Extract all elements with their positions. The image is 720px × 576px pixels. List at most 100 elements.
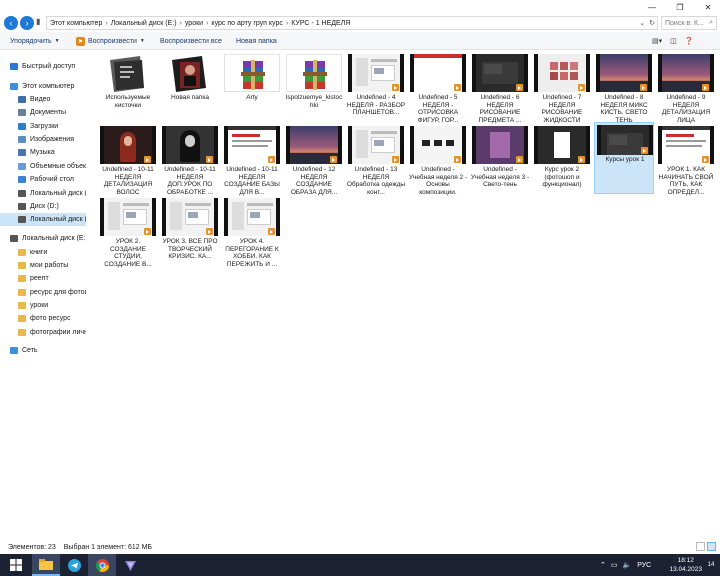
video-file-item[interactable]: Курсы урок 1 bbox=[594, 122, 654, 194]
app-taskbar-icon[interactable] bbox=[116, 554, 144, 576]
sidebar-item[interactable]: ресурс для фотошопа bbox=[0, 286, 86, 299]
details-view-icon[interactable] bbox=[696, 542, 705, 551]
video-file-item[interactable]: Undefined - 12 НЕДЕЛЯ СОЗДАНИЕ ОБРАЗА ДЛ… bbox=[284, 122, 344, 196]
sidebar-item[interactable]: Локальный диск (C:) bbox=[0, 187, 86, 200]
sidebar-item[interactable]: уроки bbox=[0, 299, 86, 312]
breadcrumb-drive-e[interactable]: Локальный диск (E:) bbox=[111, 20, 177, 27]
refresh-icon[interactable]: ↻ bbox=[649, 19, 655, 27]
sidebar-item[interactable]: Музыка bbox=[0, 146, 86, 159]
sidebar-item-label: фотографии личные bbox=[30, 329, 86, 336]
archive-file-item[interactable]: Arty bbox=[222, 50, 282, 122]
video-file-item[interactable]: Undefined - 10-11 НЕДЕЛЯ СОЗДАНИЕ БАЗЫ Д… bbox=[222, 122, 282, 196]
close-button[interactable]: ✕ bbox=[696, 0, 720, 14]
sidebar-item[interactable]: Загрузки bbox=[0, 120, 86, 133]
sidebar-item[interactable]: Локальный диск (E:) bbox=[0, 213, 86, 226]
up-arrow-icon[interactable]: ▮ bbox=[36, 17, 44, 29]
chevron-up-icon[interactable]: ⌃ bbox=[600, 561, 606, 569]
new-folder-button[interactable]: Новая папка bbox=[236, 36, 277, 46]
organize-menu[interactable]: Упорядочить ▼ bbox=[10, 36, 60, 46]
sidebar-item-label: Локальный диск (C:) bbox=[30, 190, 86, 197]
sidebar-item[interactable]: книги bbox=[0, 246, 86, 259]
chevron-down-icon[interactable]: ⌄ bbox=[639, 19, 645, 27]
start-button[interactable] bbox=[2, 554, 30, 576]
volume-icon[interactable]: 🔈 bbox=[623, 561, 632, 569]
breadcrumb-this-pc[interactable]: Этот компьютер bbox=[50, 20, 102, 27]
archive-file-item[interactable]: Ispolzuemye_kistochki bbox=[284, 50, 344, 122]
minimize-button[interactable]: — bbox=[640, 0, 664, 14]
video-file-item[interactable]: Undefined - Учебная неделя 3 - Свето-тен… bbox=[470, 122, 530, 194]
sidebar-item[interactable]: Изображения bbox=[0, 133, 86, 146]
folder-item[interactable]: Используемые кисточки bbox=[98, 50, 158, 122]
sidebar-item[interactable]: Видео bbox=[0, 93, 86, 106]
play-menu[interactable]: Воспроизвести ▼ bbox=[76, 36, 145, 46]
network-tray-icon[interactable]: ▭ bbox=[611, 561, 618, 569]
command-bar: Упорядочить ▼ Воспроизвести ▼ Воспроизве… bbox=[0, 32, 720, 50]
video-file-item[interactable]: Undefined - Учебная неделя 2 - Основы ко… bbox=[408, 122, 468, 196]
sidebar-item[interactable]: Объемные объекты bbox=[0, 160, 86, 173]
folder-item[interactable]: Новая папка bbox=[160, 50, 220, 122]
help-icon[interactable]: ❓ bbox=[685, 37, 694, 45]
file-explorer-taskbar-icon[interactable] bbox=[32, 554, 60, 576]
address-bar[interactable]: Этот компьютер › Локальный диск (E:) › у… bbox=[46, 16, 658, 30]
file-name: Используемые кисточки bbox=[105, 94, 151, 109]
file-view: Используемые кисточки Новая папка Arty Ispo… bbox=[90, 50, 720, 540]
sidebar-item[interactable]: реепт bbox=[0, 272, 86, 285]
sidebar-item[interactable]: Документы bbox=[0, 106, 86, 119]
video-file-item[interactable]: Undefined - 10-11 НЕДЕЛЯ ДЕТАЛИЗАЦИЯ ВОЛ… bbox=[98, 122, 158, 196]
sidebar-item[interactable]: Этот компьютер bbox=[0, 80, 86, 93]
sidebar-item-label: Загрузки bbox=[30, 123, 59, 130]
file-name: Undefined - 10-11 НЕДЕЛЯ СОЗДАНИЕ БАЗЫ Д… bbox=[224, 166, 280, 196]
sidebar-item[interactable]: Рабочий стол bbox=[0, 173, 86, 186]
video-file-item[interactable]: Undefined - 7 НЕДЕЛЯ РИСОВАНИЕ ЖИДКОСТИ bbox=[532, 50, 592, 124]
language-indicator[interactable]: РУС bbox=[637, 562, 651, 569]
video-file-item[interactable]: Undefined - 4 НЕДЕЛЯ - РАЗБОР ПЛАНШЕТОВ.… bbox=[346, 50, 406, 122]
video-file-item[interactable]: УРОК 3. ВСЕ ПРО ТВОРЧЕСКИЙ КРИЗИС. КА... bbox=[160, 194, 220, 266]
back-icon[interactable]: ‹ bbox=[4, 16, 18, 30]
clock[interactable]: 18:12 13.04.2023 bbox=[669, 556, 702, 574]
forward-icon[interactable]: › bbox=[20, 16, 34, 30]
video-file-item[interactable]: УРОК 4. ПЕРЕГОРАНИЕ К ХОББИ. КАК ПЕРЕЖИТ… bbox=[222, 194, 282, 268]
video-thumbnail bbox=[224, 126, 280, 164]
winrar-archive-icon bbox=[224, 54, 280, 92]
organize-label: Упорядочить bbox=[10, 37, 52, 45]
breadcrumb-art-course[interactable]: курс по арту груп курс bbox=[211, 20, 282, 27]
folder-icon bbox=[18, 262, 26, 269]
desktop-folder-icon bbox=[18, 176, 26, 183]
sidebar-item[interactable]: Локальный диск (E:) bbox=[0, 232, 86, 245]
file-name: Undefined - 13 НЕДЕЛЯ Обработка одежды к… bbox=[346, 166, 406, 196]
search-input[interactable]: Поиск в: К... ⌕ bbox=[661, 16, 717, 30]
breadcrumb-lessons[interactable]: уроки bbox=[185, 20, 203, 27]
sidebar-item-label: Рабочий стол bbox=[30, 176, 74, 183]
video-file-item[interactable]: Undefined - 13 НЕДЕЛЯ Обработка одежды к… bbox=[346, 122, 406, 196]
video-file-item[interactable]: Курс урок 2 (фотошоп и функционал) bbox=[532, 122, 592, 194]
video-file-item[interactable]: Undefined - 8 НЕДЕЛЯ МИКС КИСТЬ. СВЕТО Т… bbox=[594, 50, 654, 124]
file-name: Undefined - Учебная неделя 3 - Свето-тен… bbox=[470, 166, 530, 188]
maximize-button[interactable]: ❐ bbox=[668, 0, 692, 14]
view-options-icon[interactable]: ▤▾ bbox=[652, 37, 662, 45]
video-file-item[interactable]: УРОК 2. СОЗДАНИЕ СТУДИИ, СОЗДАНИЕ В... bbox=[98, 194, 158, 268]
notification-center-button[interactable]: 14 bbox=[704, 558, 718, 572]
video-file-item[interactable]: Undefined - 10-11 НЕДЕЛЯ ДОП.УРОК ПО ОБР… bbox=[160, 122, 220, 196]
sidebar-item[interactable]: Быстрый доступ bbox=[0, 60, 86, 73]
video-file-item[interactable]: Undefined - 6 НЕДЕЛЯ РИСОВАНИЕ ПРЕДМЕТА … bbox=[470, 50, 530, 124]
drive-icon bbox=[18, 216, 26, 223]
telegram-taskbar-icon[interactable] bbox=[60, 554, 88, 576]
play-all-button[interactable]: Воспроизвести все bbox=[160, 36, 222, 46]
video-file-item[interactable]: Undefined - 9 НЕДЕЛЯ ДЕТАЛИЗАЦИЯ ЛИЦА bbox=[656, 50, 716, 124]
sidebar-item[interactable]: фото ресурс bbox=[0, 312, 86, 325]
breadcrumb-current-folder[interactable]: КУРС - 1 НЕДЕЛЯ bbox=[291, 20, 350, 27]
music-folder-icon bbox=[18, 149, 26, 156]
file-name: Undefined - 4 НЕДЕЛЯ - РАЗБОР ПЛАНШЕТОВ.… bbox=[346, 94, 406, 116]
sidebar-item-label: Сеть bbox=[22, 347, 38, 354]
large-icons-view-icon[interactable] bbox=[707, 542, 716, 551]
star-icon bbox=[10, 63, 18, 70]
video-file-item[interactable]: Undefined - 5 НЕДЕЛЯ - ОТРИСОВКА ФИГУР, … bbox=[408, 50, 468, 124]
preview-pane-icon[interactable]: ◫ bbox=[670, 37, 677, 45]
chrome-taskbar-icon[interactable] bbox=[88, 554, 116, 576]
video-thumbnail bbox=[534, 126, 590, 164]
sidebar-item[interactable]: мои работы bbox=[0, 259, 86, 272]
video-file-item[interactable]: УРОК 1. КАК НАЧИНАТЬ СВОЙ ПУТЬ, КАК ОПРЕ… bbox=[656, 122, 716, 196]
sidebar-item[interactable]: Диск (D:) bbox=[0, 200, 86, 213]
sidebar-item[interactable]: фотографии личные bbox=[0, 326, 86, 339]
sidebar-item[interactable]: Сеть bbox=[0, 344, 86, 357]
